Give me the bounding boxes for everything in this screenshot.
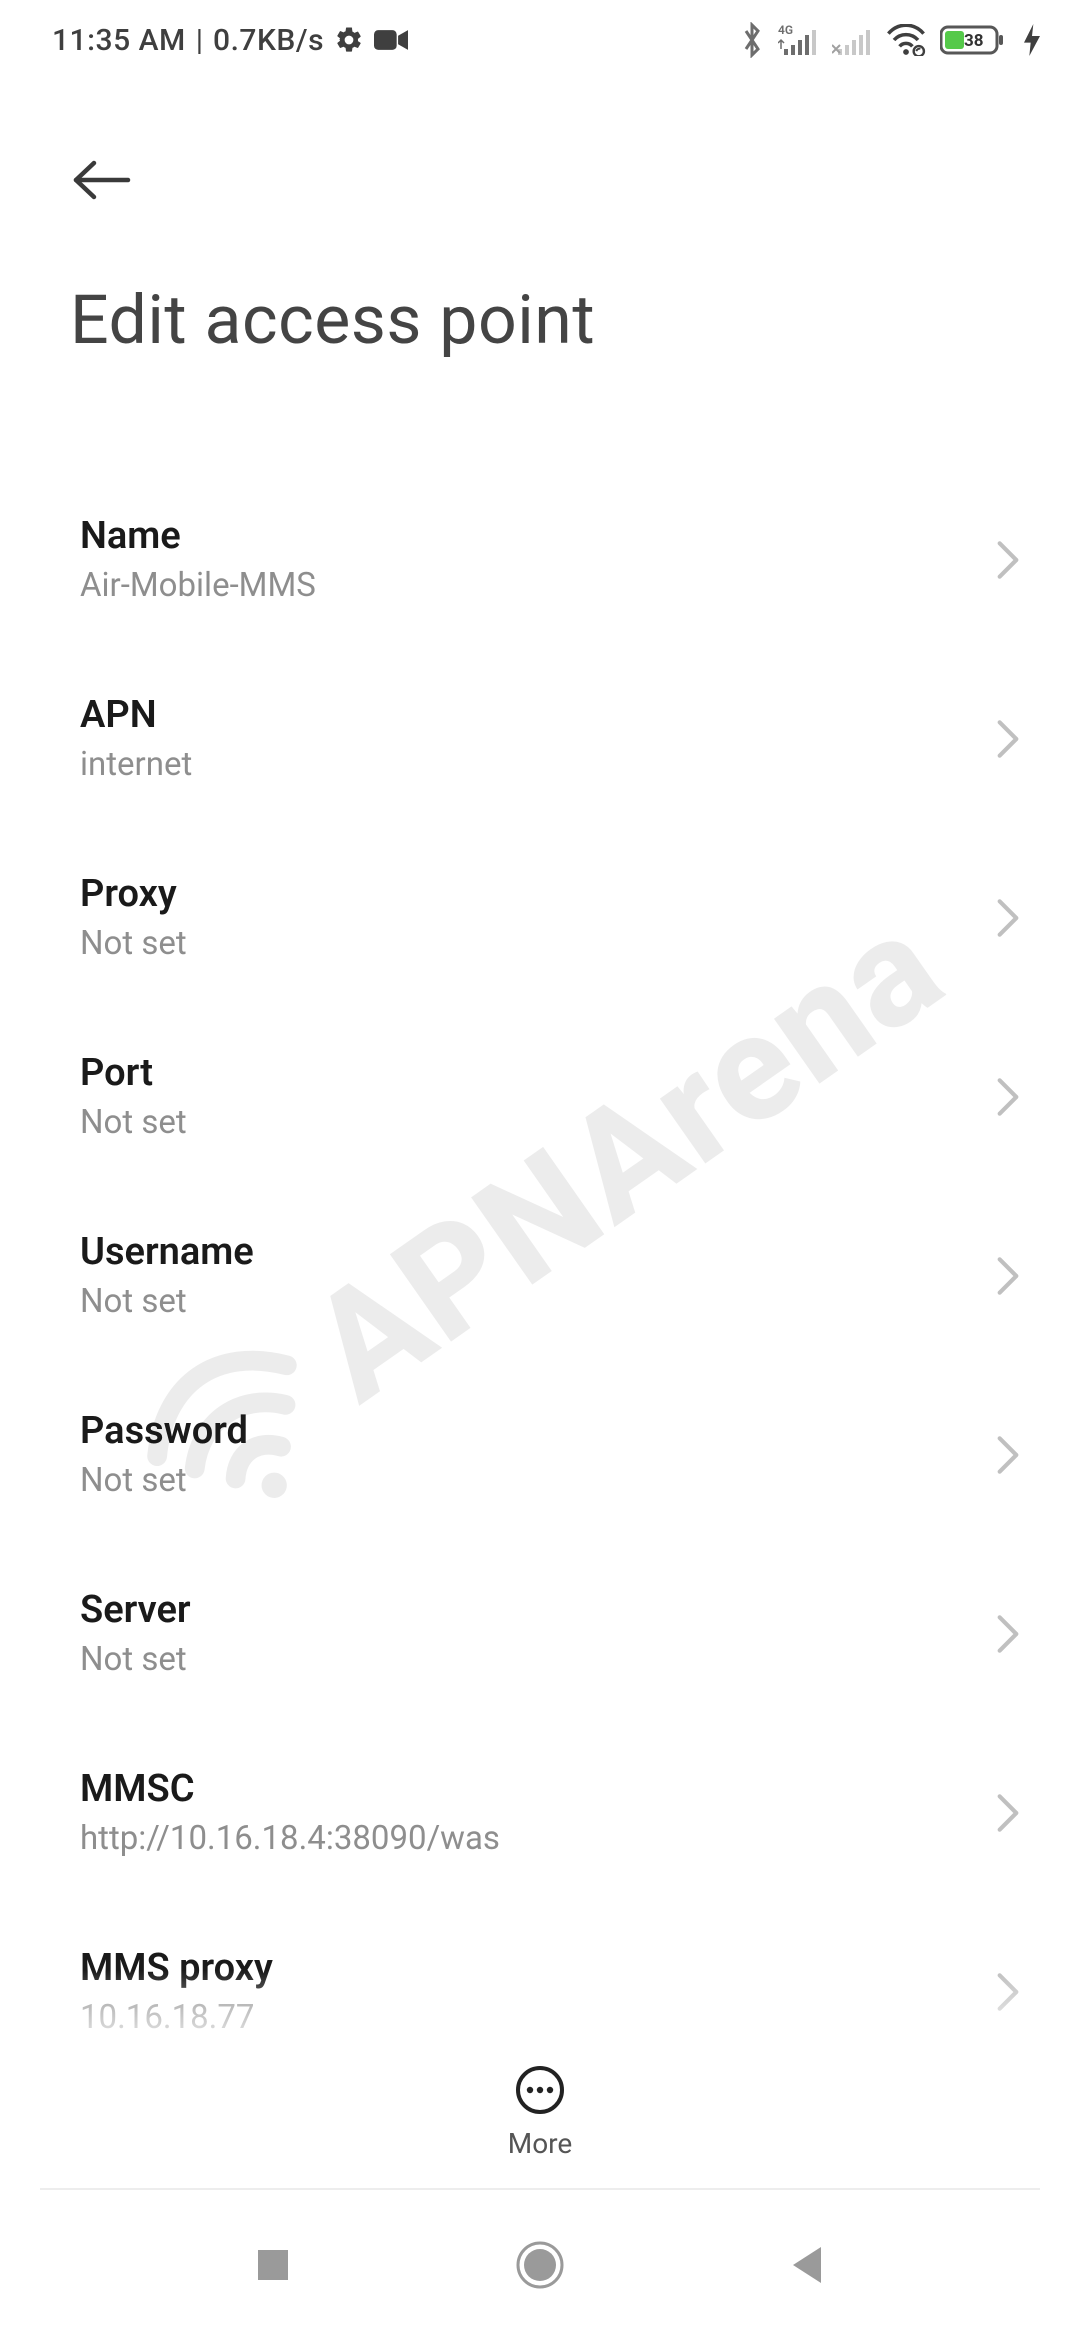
more-button[interactable]: More xyxy=(508,2065,573,2160)
row-label: Server xyxy=(80,1588,976,1632)
wifi-icon xyxy=(886,24,926,56)
row-port[interactable]: Port Not set xyxy=(0,1007,1080,1186)
row-label: Proxy xyxy=(80,872,976,916)
nav-back-button[interactable] xyxy=(767,2225,847,2305)
page-title: Edit access point xyxy=(70,280,1010,360)
signal-nosim-icon xyxy=(832,23,872,57)
row-value: Not set xyxy=(80,1640,976,1679)
arrow-left-icon xyxy=(70,158,134,202)
status-bar: 11:35 AM | 0.7KB/s 4G xyxy=(0,0,1080,80)
chevron-right-icon xyxy=(996,540,1020,580)
chevron-right-icon xyxy=(996,1614,1020,1654)
chevron-right-icon xyxy=(996,1077,1020,1117)
system-navbar xyxy=(0,2190,1080,2340)
row-mmsc[interactable]: MMSC http://10.16.18.4:38090/was xyxy=(0,1723,1080,1902)
chevron-right-icon xyxy=(996,719,1020,759)
more-label: More xyxy=(508,2127,573,2160)
chevron-right-icon xyxy=(996,1256,1020,1296)
bluetooth-icon xyxy=(740,22,764,58)
status-right: 4G xyxy=(740,22,1040,58)
square-icon xyxy=(255,2247,291,2283)
battery-percent-text: 38 xyxy=(964,31,984,51)
chevron-right-icon xyxy=(996,1972,1020,2012)
settings-list: Name Air-Mobile-MMS APN internet Proxy N… xyxy=(0,470,1080,2081)
settings-gear-icon xyxy=(334,25,364,55)
row-server[interactable]: Server Not set xyxy=(0,1544,1080,1723)
video-camera-icon xyxy=(374,28,408,52)
status-separator: | xyxy=(196,23,203,58)
triangle-left-icon xyxy=(789,2245,825,2285)
row-label: Username xyxy=(80,1230,976,1274)
nav-home-button[interactable] xyxy=(500,2225,580,2305)
status-net-speed: 0.7KB/s xyxy=(213,23,324,58)
nav-recent-button[interactable] xyxy=(233,2225,313,2305)
row-label: APN xyxy=(80,693,976,737)
status-time: 11:35 AM xyxy=(52,23,186,58)
bottom-actions: More xyxy=(0,2035,1080,2160)
row-value: internet xyxy=(80,745,976,784)
signal-4g-icon: 4G xyxy=(778,23,818,57)
row-name[interactable]: Name Air-Mobile-MMS xyxy=(0,470,1080,649)
page-header: Edit access point xyxy=(0,80,1080,360)
row-value: 10.16.18.77 xyxy=(80,1998,976,2037)
circle-icon xyxy=(516,2241,564,2289)
svg-text:4G: 4G xyxy=(778,23,793,37)
row-label: MMS proxy xyxy=(80,1946,976,1990)
row-value: Not set xyxy=(80,924,976,963)
more-circle-icon xyxy=(515,2065,565,2115)
chevron-right-icon xyxy=(996,1793,1020,1833)
status-left: 11:35 AM | 0.7KB/s xyxy=(52,23,408,58)
chevron-right-icon xyxy=(996,898,1020,938)
row-username[interactable]: Username Not set xyxy=(0,1186,1080,1365)
row-value: Not set xyxy=(80,1282,976,1321)
row-password[interactable]: Password Not set xyxy=(0,1365,1080,1544)
row-label: MMSC xyxy=(80,1767,976,1811)
chevron-right-icon xyxy=(996,1435,1020,1475)
battery-icon: 38 xyxy=(940,24,1010,56)
row-apn[interactable]: APN internet xyxy=(0,649,1080,828)
row-value: http://10.16.18.4:38090/was xyxy=(80,1819,976,1858)
row-value: Not set xyxy=(80,1461,976,1500)
row-label: Password xyxy=(80,1409,976,1453)
row-value: Air-Mobile-MMS xyxy=(80,566,976,605)
row-label: Port xyxy=(80,1051,976,1095)
row-value: Not set xyxy=(80,1103,976,1142)
row-proxy[interactable]: Proxy Not set xyxy=(0,828,1080,1007)
row-label: Name xyxy=(80,514,976,558)
charging-bolt-icon xyxy=(1024,24,1040,56)
back-button[interactable] xyxy=(70,140,150,220)
